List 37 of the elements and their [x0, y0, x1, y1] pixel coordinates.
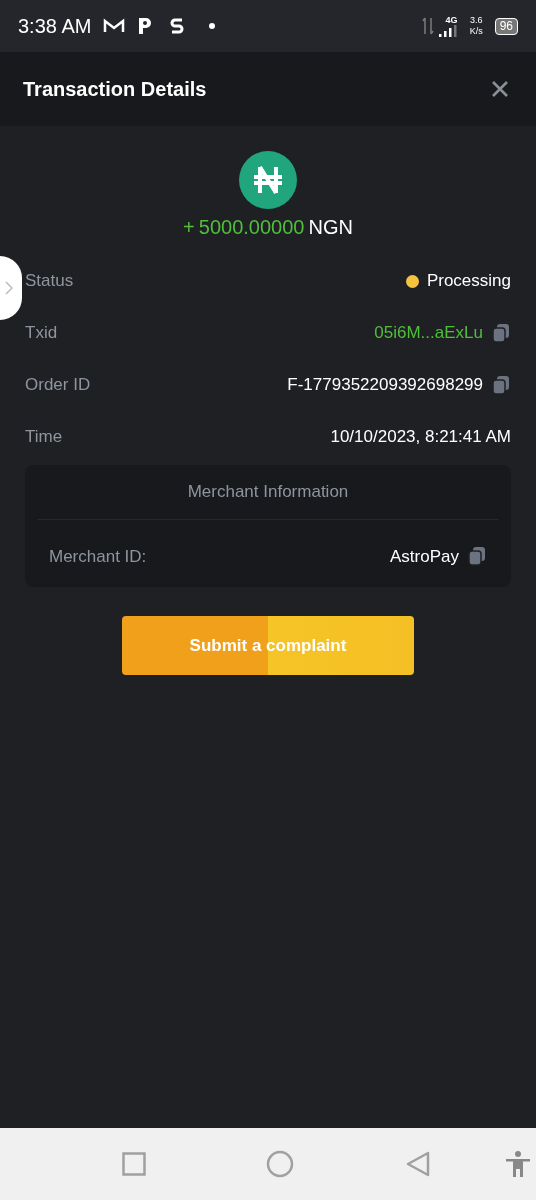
detail-label: Time — [25, 426, 63, 449]
detail-label: Order ID — [25, 374, 91, 397]
txid-link[interactable]: 05i6M...aExLu — [374, 320, 483, 346]
signal-icon — [437, 25, 458, 37]
detail-value: 10/10/2023, 8:21:41 AM — [330, 426, 511, 449]
detail-value: Processing — [426, 270, 511, 293]
window-title: Transaction Details — [23, 77, 207, 102]
detail-value: F-1779352209392698299 — [287, 374, 483, 397]
chevron-right-icon — [5, 281, 13, 295]
copy-icon[interactable] — [491, 375, 511, 395]
recents-icon[interactable] — [122, 1152, 146, 1176]
battery-indicator: 96 — [494, 17, 518, 35]
copy-icon[interactable] — [491, 323, 511, 343]
accessibility-icon[interactable] — [505, 1151, 531, 1177]
detail-label: Txid — [25, 322, 58, 345]
amount-currency: NGN — [308, 215, 353, 240]
merchant-title: Merchant Information — [37, 465, 499, 520]
speed-unit: K/s — [469, 26, 483, 37]
data-arrows-icon — [421, 16, 434, 36]
detail-label: Status — [25, 270, 74, 293]
amount-value: 5000.00000 — [198, 215, 305, 240]
home-icon[interactable] — [266, 1150, 294, 1178]
naira-coin-icon — [238, 150, 298, 210]
status-time: 3:38 AM — [18, 14, 92, 39]
merchant-label: Merchant ID: — [49, 545, 147, 568]
app-icon — [169, 17, 186, 35]
mail-icon — [103, 18, 126, 34]
network-type: 4G — [445, 15, 458, 25]
close-icon[interactable] — [492, 81, 508, 97]
network-speed: 3.6 — [469, 15, 483, 26]
copy-icon[interactable] — [467, 546, 487, 567]
back-icon[interactable] — [406, 1151, 430, 1177]
merchant-value: AstroPay — [390, 545, 459, 568]
app-icon — [137, 17, 154, 35]
dot-icon — [209, 23, 216, 29]
amount-sign: + — [183, 215, 195, 240]
side-tab[interactable] — [0, 256, 22, 320]
